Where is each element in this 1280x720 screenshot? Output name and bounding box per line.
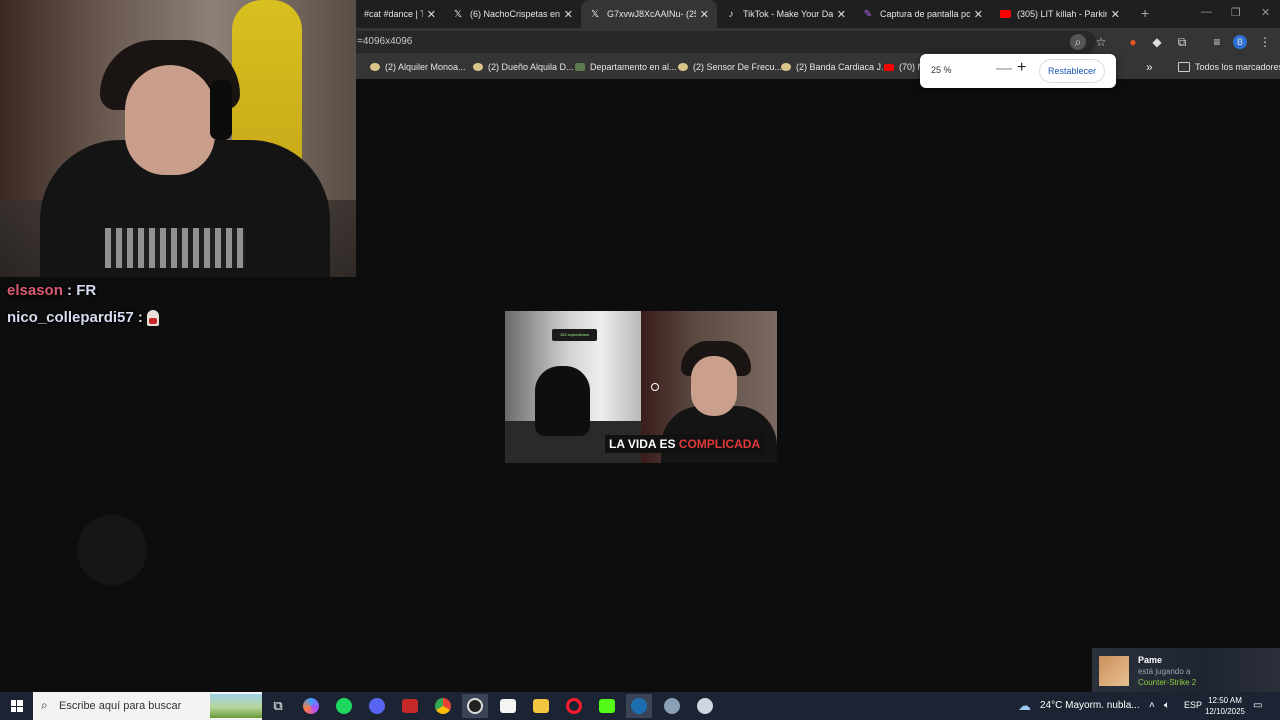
windows-icon <box>10 700 23 712</box>
close-icon[interactable]: ✕ <box>700 8 709 21</box>
address-bar[interactable]: =4096x4096 ⌕ <box>356 31 1096 53</box>
youtube-icon <box>999 8 1011 20</box>
close-icon[interactable]: ✕ <box>837 8 846 21</box>
start-button[interactable] <box>0 692 33 720</box>
bookmark-item[interactable]: Departamento en al... <box>575 55 677 79</box>
restore-icon[interactable]: ❐ <box>1231 6 1241 19</box>
all-bookmarks-button[interactable]: Todos los marcadores <box>1178 55 1280 79</box>
image-caption: LA VIDA ES COMPLICADA <box>605 435 765 453</box>
bookmark-icon <box>678 63 688 71</box>
minimize-icon[interactable]: — <box>1201 6 1212 18</box>
bookmark-icon <box>370 63 380 71</box>
chat-message: nico_collepardi57 : <box>7 309 160 327</box>
steam-icon[interactable] <box>626 694 652 718</box>
voicemod-icon[interactable] <box>397 694 423 718</box>
close-icon[interactable]: ✕ <box>974 8 983 21</box>
bookmark-item[interactable]: (2) Banda Cardiaca J... <box>781 55 889 79</box>
bookmark-item[interactable]: (70) M <box>884 55 925 79</box>
chrome-icon[interactable] <box>430 694 456 718</box>
chat-text: FR <box>76 282 97 299</box>
tab[interactable]: #cat #dance | Tik ✕ <box>356 0 444 28</box>
folder-icon[interactable] <box>528 694 554 718</box>
bookmark-item[interactable]: (2) Dueño Alquila D... <box>473 55 574 79</box>
bookmarks-bar: (2) Alquiler Monoa... (2) Dueño Alquila … <box>356 55 1280 79</box>
search-icon: ⌕ <box>41 698 48 712</box>
displayed-image[interactable]: 153 impresiones LA VIDA ES COMPLICADA <box>505 311 777 463</box>
chat-username: nico_collepardi57 <box>7 309 134 326</box>
chat-message: elsason : FR <box>7 282 97 299</box>
copilot-icon[interactable] <box>298 694 324 718</box>
extension-icon[interactable]: ● <box>1125 34 1141 50</box>
zoom-popup: 25 % — + Restablecer <box>920 54 1116 88</box>
obs-icon[interactable] <box>462 694 488 718</box>
zoom-out-button[interactable]: — <box>996 60 1012 78</box>
puzzle-icon[interactable]: ⧉ <box>1174 34 1190 50</box>
opera-icon[interactable] <box>561 694 587 718</box>
bookmark-item[interactable]: (2) Alquiler Monoa... <box>370 55 466 79</box>
app-icon[interactable] <box>495 694 521 718</box>
tab[interactable]: ✎ Captura de pantalla por L ✕ <box>854 0 991 28</box>
clock[interactable]: 12:50 AM 12/10/2025 <box>1199 695 1251 717</box>
avatar[interactable]: B <box>1233 35 1247 49</box>
weather-icon: ☁ <box>1018 698 1031 713</box>
menu-icon[interactable]: ⋮ <box>1257 34 1273 50</box>
x-icon: 𝕏 <box>453 8 463 20</box>
close-icon[interactable]: ✕ <box>564 8 573 21</box>
youtube-icon <box>884 63 894 71</box>
watermark-logo <box>22 510 202 640</box>
more-bookmarks-button[interactable]: » <box>1146 55 1153 79</box>
folder-icon <box>1178 62 1190 72</box>
tab[interactable]: ♪ TikTok - Make Your Day ✕ <box>717 0 854 28</box>
bookmark-item[interactable]: (2) Sensor De Frecu... <box>678 55 782 79</box>
media-icon[interactable]: ≡ <box>1209 34 1225 50</box>
pen-icon: ✎ <box>863 8 873 20</box>
task-view-button[interactable]: ⧉ <box>265 694 291 718</box>
taskbar: ⌕ Escribe aquí para buscar ⧉ ☁ 24°C Mayo… <box>0 692 1280 720</box>
spotify-icon[interactable] <box>331 694 357 718</box>
taskbar-search[interactable]: ⌕ Escribe aquí para buscar <box>33 692 262 720</box>
close-icon[interactable]: ✕ <box>427 8 436 21</box>
tab[interactable]: 𝕏 (6) NachoCrispetas en X ✕ <box>444 0 581 28</box>
zoom-icon[interactable]: ⌕ <box>1070 34 1086 50</box>
speaker-icon[interactable]: 🔈︎ <box>1164 700 1170 711</box>
mouse-cursor-icon <box>651 383 659 391</box>
close-icon[interactable]: ✕ <box>1111 8 1120 21</box>
extension-icon[interactable]: ◆ <box>1149 34 1165 50</box>
image-icon <box>575 63 585 71</box>
tab-strip: #cat #dance | Tik ✕ 𝕏 (6) NachoCrispetas… <box>356 0 1280 28</box>
notifications-icon[interactable]: ▭ <box>1253 700 1262 711</box>
impressions-tag: 153 impresiones <box>552 329 597 341</box>
tab-active[interactable]: 𝕏 G7xvwJ8XcAAINu- (2560 ✕ <box>581 0 717 28</box>
webcam-overlay <box>0 0 356 277</box>
star-icon[interactable]: ☆ <box>1093 34 1109 50</box>
x-icon: 𝕏 <box>590 8 600 20</box>
game-activity-notification[interactable]: Pame está jugando a Counter-Strike 2 <box>1092 648 1280 692</box>
close-window-icon[interactable]: ✕ <box>1261 6 1270 19</box>
browser-toolbar: =4096x4096 ⌕ ☆ ● ◆ ⧉ ≡ B ⋮ <box>356 28 1280 55</box>
santa-emote-icon <box>147 310 160 327</box>
search-highlight-image <box>210 694 262 718</box>
avatar <box>1099 656 1129 686</box>
app-icon[interactable] <box>659 694 685 718</box>
chat-username: elsason <box>7 282 63 299</box>
app-icon[interactable] <box>692 694 718 718</box>
zoom-level: 25 % <box>931 65 952 75</box>
chevron-up-icon[interactable]: ˄ <box>1149 700 1155 711</box>
weather-text[interactable]: 24°C Mayorm. nubla... <box>1040 700 1140 711</box>
bookmark-icon <box>781 63 791 71</box>
discord-icon[interactable] <box>364 694 390 718</box>
kick-icon[interactable] <box>594 694 620 718</box>
zoom-in-button[interactable]: + <box>1017 59 1026 77</box>
new-tab-button[interactable]: + <box>1141 5 1149 21</box>
tiktok-icon: ♪ <box>728 8 734 20</box>
bookmark-icon <box>473 63 483 71</box>
tab[interactable]: (305) LIT killah - Parking ✕ <box>991 0 1128 28</box>
reset-zoom-button[interactable]: Restablecer <box>1039 59 1105 83</box>
